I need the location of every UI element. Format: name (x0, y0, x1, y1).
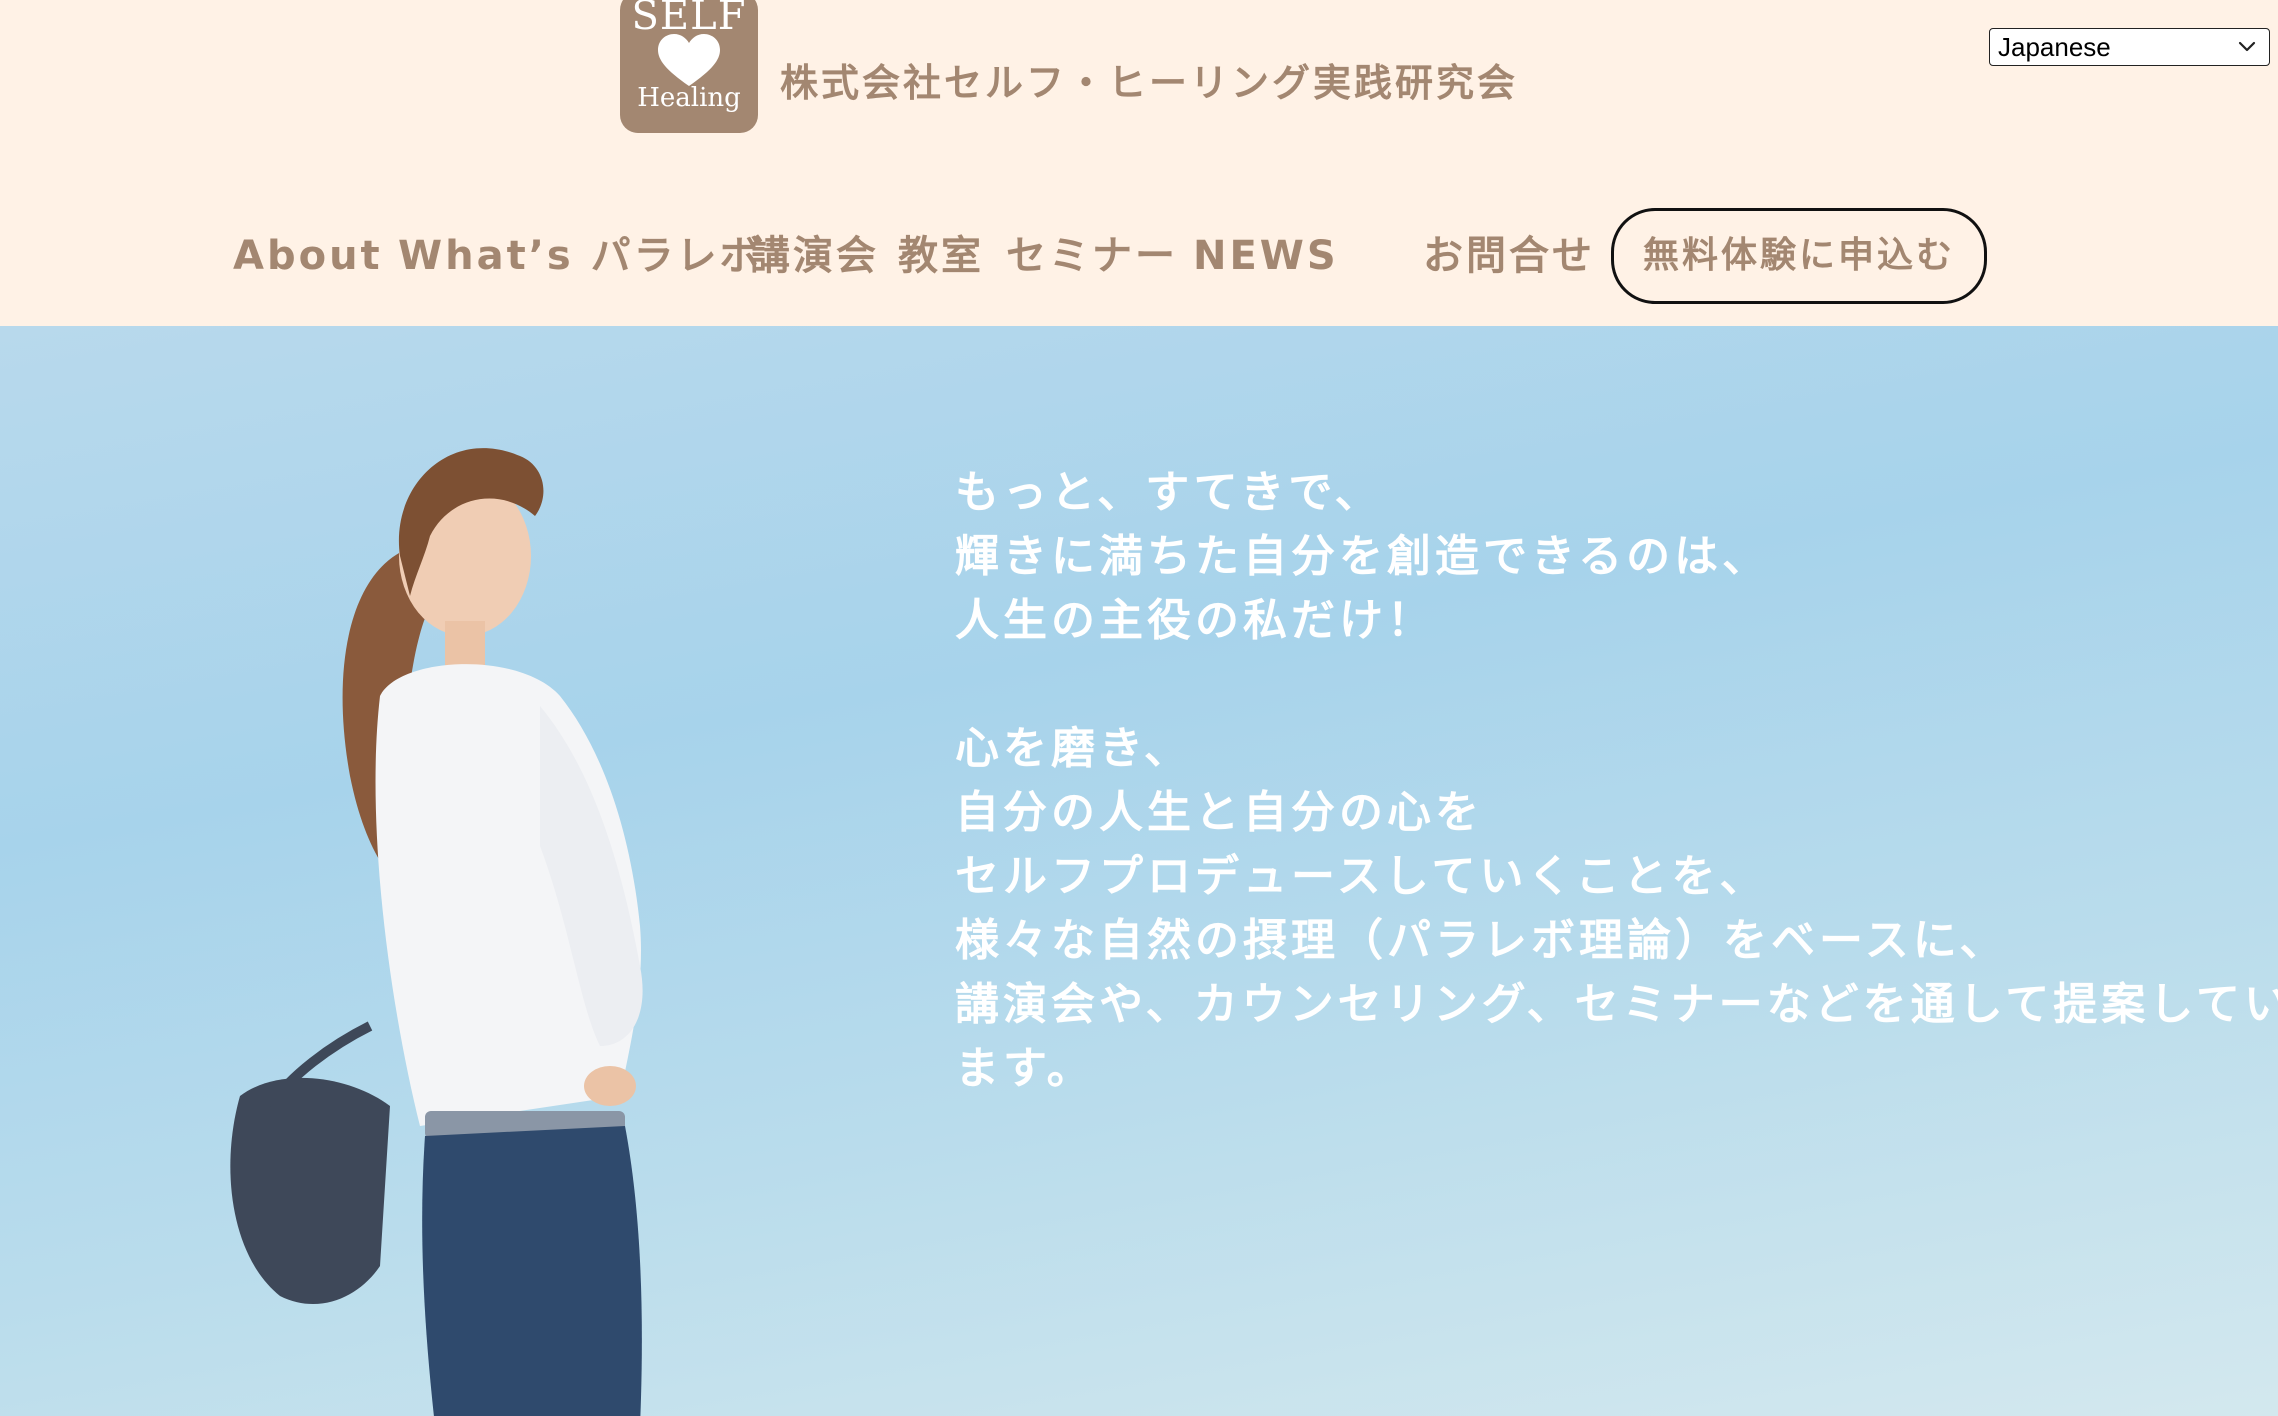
logo-healing-text: Healing (637, 83, 741, 113)
nav-item-whats-pararebo[interactable]: What’s パラレボ (398, 226, 763, 286)
hero-message: もっと、すてきで、 輝きに満ちた自分を創造できるのは、 人生の主役の私だけ！ 心… (955, 461, 2278, 1101)
hero-text-line: 自分の人生と自分の心を (955, 787, 1483, 838)
hero-text-line: 様々な自然の摂理（パラレボ理論）をベースに、 (955, 915, 2008, 966)
nav-item-news[interactable]: NEWS (1193, 226, 1339, 286)
language-select[interactable]: Japanese (1989, 28, 2270, 66)
nav-item-lectures[interactable]: 講演会 (750, 226, 879, 286)
language-select-value: Japanese (1998, 32, 2111, 62)
hero-text-line: 講演会や、カウンセリング、セミナーなどを通して提案してい (955, 979, 2278, 1030)
hero-text-line: セルフプロデュースしていくことを、 (955, 851, 1768, 902)
site-logo[interactable]: SELF Healing (620, 0, 758, 133)
nav-item-classroom[interactable]: 教室 (898, 226, 984, 286)
nav-item-seminar[interactable]: セミナー (1006, 226, 1178, 286)
heart-icon (620, 30, 758, 90)
nav-item-contact[interactable]: お問合せ (1423, 226, 1595, 286)
hero-text-line: ます。 (955, 1043, 1095, 1094)
nav-item-about[interactable]: About (233, 226, 383, 286)
free-trial-button[interactable]: 無料体験に申込む (1611, 208, 1987, 304)
site-header: SELF Healing 株式会社セルフ・ヒーリング実践研究会 Japanese… (0, 0, 2278, 326)
hero-text-line: 輝きに満ちた自分を創造できるのは、 (955, 531, 1771, 582)
chevron-down-icon (2235, 31, 2259, 63)
hero-text-line: 心を磨き、 (955, 723, 1192, 774)
hero-text-line: もっと、すてきで、 (955, 467, 1383, 518)
hero-text-line: 人生の主役の私だけ！ (955, 595, 1435, 646)
company-name[interactable]: 株式会社セルフ・ヒーリング実践研究会 (780, 52, 1518, 107)
hero-woman-image (230, 448, 643, 1416)
hero-section: もっと、すてきで、 輝きに満ちた自分を創造できるのは、 人生の主役の私だけ！ 心… (0, 326, 2278, 1416)
